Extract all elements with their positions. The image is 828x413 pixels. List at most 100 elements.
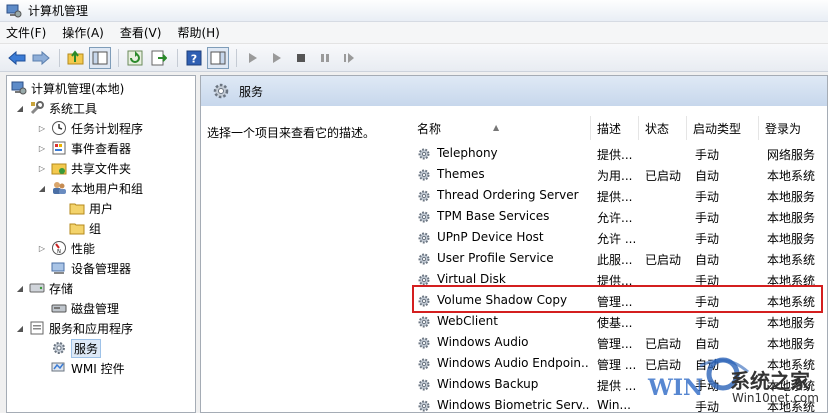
tree-item-event-viewer[interactable]: ▷ 事件查看器: [37, 138, 131, 158]
service-row[interactable]: Themes 为用... 已启动 自动 本地系统: [411, 165, 827, 186]
service-status: 已启动: [645, 253, 682, 267]
arrow-left-icon: [8, 50, 26, 65]
tree-item-users[interactable]: 用户: [69, 198, 113, 218]
tree-item-system-tools[interactable]: ◢ 系统工具: [15, 98, 97, 118]
start-service-alt-button[interactable]: [266, 47, 288, 69]
menu-action[interactable]: 操作(A): [62, 24, 104, 41]
service-name: Windows Audio: [437, 335, 529, 349]
tree-item-disk-management[interactable]: 磁盘管理: [51, 298, 119, 318]
service-name: Windows Backup: [437, 377, 539, 391]
tree-item-device-manager[interactable]: 设备管理器: [51, 258, 131, 278]
tree-item-label: 性能: [71, 241, 96, 256]
tree-item-label: 任务计划程序: [71, 121, 144, 136]
menu-file[interactable]: 文件(F): [6, 24, 46, 41]
tree-item-label: 磁盘管理: [71, 301, 120, 316]
stop-service-button[interactable]: [290, 47, 312, 69]
service-name: Telephony: [437, 146, 498, 160]
service-name: Windows Audio Endpoin...: [437, 356, 589, 370]
service-startup-type: 自动: [695, 253, 720, 267]
column-header-description[interactable]: 描述: [591, 116, 639, 140]
service-description: 此服...: [597, 253, 633, 267]
tree-item-services[interactable]: 服务: [51, 338, 102, 358]
expand-arrow-icon[interactable]: ▷: [37, 124, 47, 133]
service-row[interactable]: Windows Audio 管理... 已启动 自动 本地服务: [411, 333, 827, 354]
play-icon: [273, 52, 281, 63]
service-status: 已启动: [645, 337, 682, 351]
gear-icon: [53, 342, 65, 354]
show-hide-tree-button[interactable]: [89, 46, 111, 69]
column-header-label: 启动类型: [693, 121, 742, 136]
help-button[interactable]: ?: [183, 47, 205, 69]
tree-item-services-applications[interactable]: ◢ 服务和应用程序: [15, 318, 133, 338]
shared-folder-icon: [51, 163, 67, 175]
up-level-button[interactable]: [65, 47, 87, 69]
tree-item-wmi-control[interactable]: WMI 控件: [51, 358, 125, 378]
service-log-on-as: 本地服务: [767, 211, 816, 225]
tree-item-task-scheduler[interactable]: ▷ 任务计划程序: [37, 118, 143, 138]
service-row[interactable]: TPM Base Services 允许... 手动 本地服务: [411, 207, 827, 228]
console-tree: 计算机管理(本地) ◢ 系统工具 ▷ 任务计划程序 ▷ 事件查看器 ▷ 共享文件…: [6, 75, 196, 413]
menu-view[interactable]: 查看(V): [120, 24, 162, 41]
show-hide-action-pane-button[interactable]: [207, 46, 229, 69]
gear-icon: [418, 169, 430, 181]
tree-item-computer-management[interactable]: 计算机管理(本地): [11, 78, 124, 98]
pane-header: 服务: [201, 76, 827, 106]
tree-item-performance[interactable]: ▷ N 性能: [37, 238, 95, 258]
start-service-button[interactable]: [242, 47, 264, 69]
refresh-button[interactable]: [124, 47, 146, 69]
service-log-on-as: 本地服务: [767, 232, 816, 246]
tree-item-shared-folders[interactable]: ▷ 共享文件夹: [37, 158, 131, 178]
forward-button[interactable]: [30, 47, 52, 69]
column-header-startup-type[interactable]: 启动类型: [687, 116, 759, 140]
column-header-label: 登录为: [765, 121, 802, 136]
tree-item-label: WMI 控件: [71, 361, 125, 376]
column-header-status[interactable]: 状态: [639, 116, 687, 140]
back-button[interactable]: [6, 47, 28, 69]
service-row[interactable]: Thread Ordering Server 提供... 手动 本地服务: [411, 186, 827, 207]
tree-item-label: 计算机管理(本地): [31, 81, 125, 96]
service-log-on-as: 本地系统: [767, 169, 816, 183]
service-log-on-as: 网络服务: [767, 148, 816, 162]
pause-service-button[interactable]: [314, 47, 336, 69]
computer-management-icon: [11, 81, 27, 95]
expand-arrow-icon[interactable]: ▷: [37, 144, 47, 153]
disk-icon: [51, 304, 67, 313]
collapse-arrow-icon[interactable]: ◢: [37, 184, 47, 193]
service-startup-type: 自动: [695, 337, 720, 351]
column-header-label: 名称: [417, 121, 442, 136]
pane-title: 服务: [239, 84, 264, 99]
watermark-site-name: 系统之家: [730, 369, 810, 393]
service-row[interactable]: UPnP Device Host 允许 ... 手动 本地服务: [411, 228, 827, 249]
folder-icon: [69, 203, 85, 215]
service-description: 使基...: [597, 316, 633, 330]
tree-item-label: 组: [89, 221, 102, 236]
column-header-log-on-as[interactable]: 登录为: [759, 116, 827, 140]
service-log-on-as: 本地服务: [767, 316, 816, 330]
tree-item-label: 设备管理器: [71, 261, 132, 276]
service-log-on-as: 本地系统: [767, 253, 816, 267]
column-header-name[interactable]: 名称 ▲: [411, 116, 591, 140]
svg-text:N: N: [57, 249, 61, 255]
service-name: Windows Biometric Serv...: [437, 398, 589, 412]
folder-icon: [69, 223, 85, 235]
collapse-arrow-icon[interactable]: ◢: [15, 284, 25, 293]
service-status: 已启动: [645, 169, 682, 183]
tree-item-local-users-groups[interactable]: ◢ 本地用户和组: [37, 178, 143, 198]
collapse-arrow-icon[interactable]: ◢: [15, 324, 25, 333]
gear-icon: [418, 337, 430, 349]
tree-item-storage[interactable]: ◢ 存储: [15, 278, 73, 298]
restart-service-button[interactable]: [338, 47, 360, 69]
service-row[interactable]: WebClient 使基... 手动 本地服务: [411, 312, 827, 333]
stop-icon: [297, 53, 305, 62]
gear-icon: [418, 400, 430, 412]
service-row[interactable]: Telephony 提供... 手动 网络服务: [411, 144, 827, 165]
export-list-button[interactable]: [148, 47, 170, 69]
expand-arrow-icon[interactable]: ▷: [37, 244, 47, 253]
service-description: 提供...: [597, 148, 633, 162]
tree-item-label: 事件查看器: [71, 141, 132, 156]
expand-arrow-icon[interactable]: ▷: [37, 164, 47, 173]
service-row[interactable]: User Profile Service 此服... 已启动 自动 本地系统: [411, 249, 827, 270]
menu-help[interactable]: 帮助(H): [177, 24, 219, 41]
collapse-arrow-icon[interactable]: ◢: [15, 104, 25, 113]
tree-item-groups[interactable]: 组: [69, 218, 101, 238]
